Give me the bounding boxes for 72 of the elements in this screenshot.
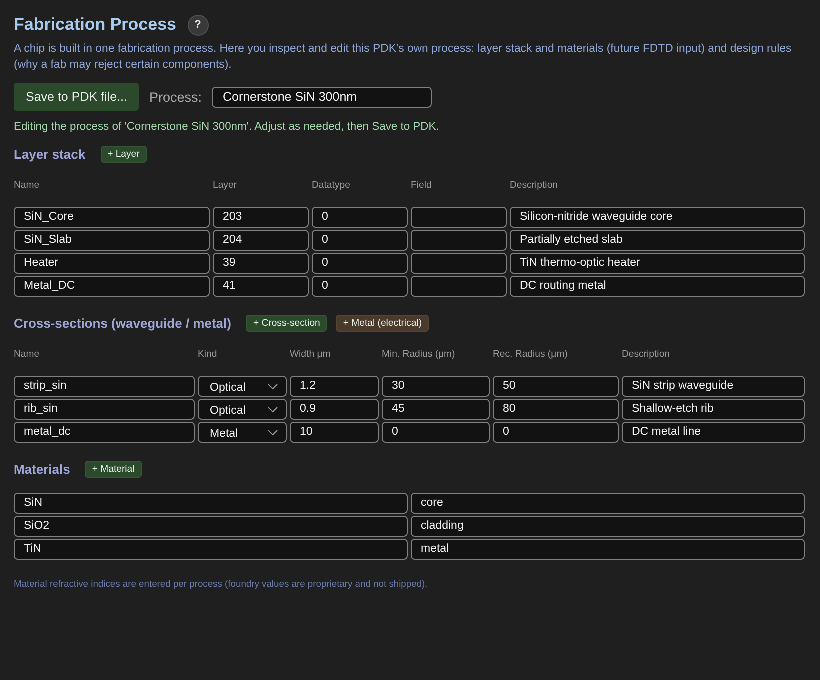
width-field[interactable]: 10 [290,422,379,443]
datatype-field[interactable]: 0 [312,253,408,274]
name-field[interactable]: SiN_Slab [14,230,210,251]
rec-radius-field[interactable]: 0 [493,422,619,443]
chevron-down-icon [268,430,278,436]
section-heading: Materials [14,462,70,476]
intro-text: A chip is built in one fabrication process. Here you inspect and edit this PDK's own process: layer stack and materials (future FDTD input) and design rules (why a fab may reject certain components). [14,42,793,73]
description-field[interactable]: Silicon-nitride waveguide core [510,207,805,228]
min-radius-field[interactable]: 45 [382,399,490,420]
datatype-field[interactable]: 0 [312,207,408,228]
section-heading: Layer stack [14,146,86,162]
field-input[interactable] [411,276,507,297]
name-field[interactable]: metal_dc [14,422,195,443]
datatype-field[interactable]: 0 [312,276,408,297]
column-header: Field [411,180,433,190]
column-header: Datatype [312,180,352,190]
description-field[interactable]: DC routing metal [510,276,805,297]
process-label: Process: [149,90,202,104]
rec-radius-field[interactable]: 50 [493,376,619,397]
field-input[interactable] [411,230,507,251]
description-field[interactable]: SiN strip waveguide [622,376,805,397]
column-header: Description [510,180,559,190]
material-role-field[interactable]: cladding [411,516,805,537]
add-button[interactable]: + Material [85,460,142,478]
min-radius-field[interactable]: 0 [382,422,490,443]
name-field[interactable]: Metal_DC [14,276,210,297]
chevron-down-icon [268,384,278,390]
kind-dropdown[interactable]: Metal [198,422,287,443]
chevron-down-icon [268,406,278,412]
kind-dropdown[interactable]: Optical [198,399,287,420]
material-role-field[interactable]: metal [411,539,805,560]
material-name-field[interactable]: SiO2 [14,516,408,537]
description-field[interactable]: Partially etched slab [510,230,805,251]
rec-radius-field[interactable]: 80 [493,399,619,420]
field-input[interactable] [411,253,507,274]
column-header: Rec. Radius (μm) [493,348,569,360]
name-field[interactable]: rib_sin [14,399,195,420]
name-field[interactable]: strip_sin [14,376,195,397]
width-field[interactable]: 1.2 [290,376,379,397]
process-field[interactable]: Cornerstone SiN 300nm [212,86,432,108]
footnote-text: Material refractive indices are entered per process (foundry values are proprietary and not shipped). [14,578,429,589]
help-button[interactable]: ? [188,14,209,36]
layer-field[interactable]: 41 [213,276,309,297]
material-role-field[interactable]: core [411,493,805,514]
min-radius-field[interactable]: 30 [382,376,490,397]
description-field[interactable]: DC metal line [622,422,805,443]
material-name-field[interactable]: TiN [14,539,408,560]
column-header: Width μm [290,348,332,360]
column-header: Layer [213,180,238,190]
column-header: Name [14,180,41,190]
description-field[interactable]: TiN thermo-optic heater [510,253,805,274]
material-name-field[interactable]: SiN [14,493,408,514]
column-header: Description [622,348,671,360]
column-header: Min. Radius (μm) [382,348,456,360]
add-button[interactable]: + Layer [100,146,147,162]
layer-field[interactable]: 203 [213,207,309,228]
status-message: Editing the process of 'Cornerstone SiN 300nm'. Adjust as needed, then Save to PDK. [14,120,440,135]
layer-field[interactable]: 39 [213,253,309,274]
layer-field[interactable]: 204 [213,230,309,251]
description-field[interactable]: Shallow-etch rib [622,399,805,420]
section-heading: Cross-sections (waveguide / metal) [14,316,232,330]
name-field[interactable]: Heater [14,253,210,274]
field-input[interactable] [411,207,507,228]
width-field[interactable]: 0.9 [290,399,379,420]
add-button[interactable]: + Cross-section [246,314,328,332]
add-button[interactable]: + Metal (electrical) [336,314,430,332]
column-header: Kind [198,348,218,360]
column-header: Name [14,348,41,360]
kind-dropdown[interactable]: Optical [198,376,287,397]
save-button[interactable]: Save to PDK file... [14,83,140,111]
page-title: Fabrication Process [14,14,177,36]
datatype-field[interactable]: 0 [312,230,408,251]
